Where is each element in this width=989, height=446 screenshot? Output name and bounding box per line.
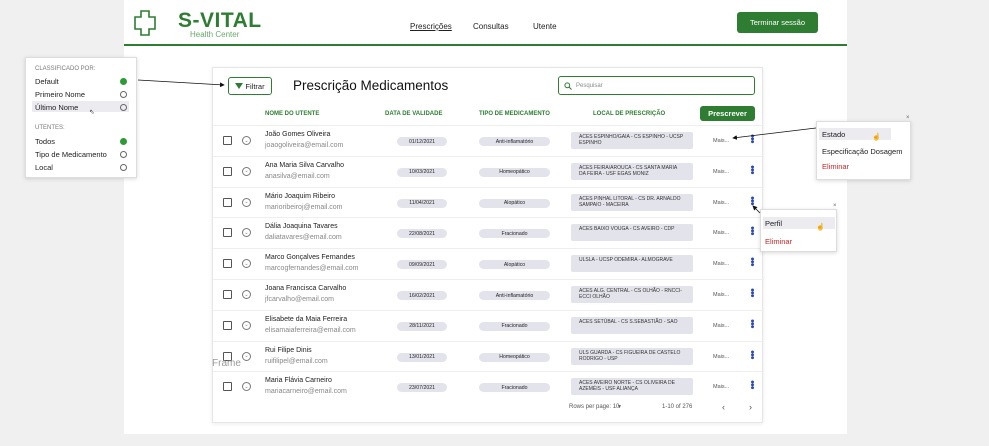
annotation-arrows: [137, 79, 817, 214]
arrow-to-row3-menu: [752, 205, 761, 214]
arrow-to-row1-menu: [732, 127, 817, 140]
arrow-to-filter: [137, 79, 225, 88]
